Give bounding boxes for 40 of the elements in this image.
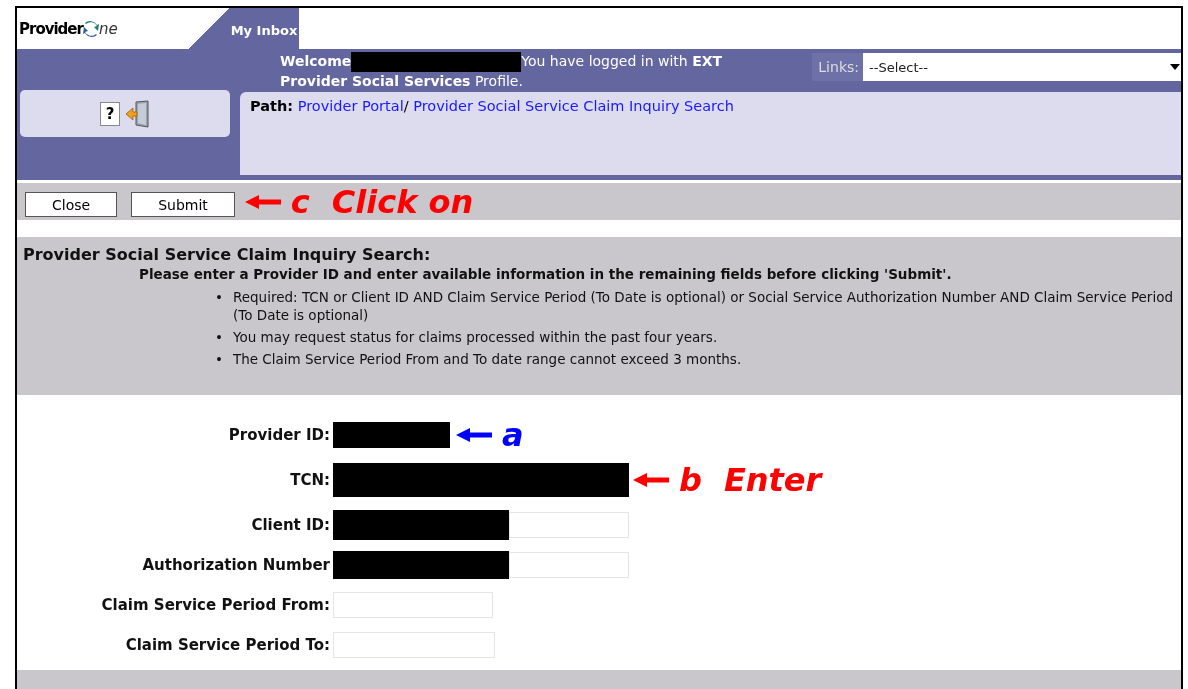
field-label: Authorization Number	[141, 556, 331, 574]
login-message: Provider Social Services Profile.	[280, 73, 523, 89]
requirement-item: Required: TCN or Client ID AND Claim Service Period (To Date is optional) or Social Service Authorization Number AND Claim Service Period (To Date is optional)	[232, 288, 1174, 324]
requirement-item: The Claim Service Period From and To date range cannot exceed 3 months.	[232, 350, 742, 368]
inbox-tab[interactable]: My Inbox	[229, 8, 299, 49]
section-title: Provider Social Service Claim Inquiry Search:	[23, 245, 432, 264]
swirl-icon	[82, 19, 99, 38]
instruction-text: Please enter a Provider ID and enter available information in the remaining fields before clicking 'Submit'.	[139, 266, 953, 282]
action-button[interactable]: Close	[25, 192, 118, 217]
bullet: •	[215, 288, 223, 307]
breadcrumb-link[interactable]: Provider Social Service Claim Inquiry Search	[413, 98, 734, 114]
action-button[interactable]: Submit	[131, 192, 235, 217]
input-field[interactable]	[509, 552, 629, 578]
links-dropdown[interactable]: --Select--	[863, 53, 1181, 81]
logo-text: Provider	[19, 19, 83, 38]
field-label: Client ID:	[250, 516, 331, 534]
annotation-letter: c	[290, 185, 310, 218]
help-icon[interactable]: ?	[100, 101, 120, 126]
input-field[interactable]	[333, 632, 495, 658]
breadcrumb-link[interactable]: Provider Portal	[297, 98, 404, 114]
annotation-text: Click on	[331, 185, 474, 218]
annotation-letter: b	[679, 464, 702, 496]
login-message: You have logged in with EXT	[521, 53, 723, 69]
breadcrumb-separator: /	[403, 98, 409, 114]
input-field[interactable]	[333, 592, 493, 618]
path-label: Path:	[250, 98, 294, 114]
links-label: Links:	[818, 59, 859, 75]
annotation-text: Enter	[723, 464, 822, 496]
welcome-text: Welcome	[280, 53, 352, 69]
logo-text: ne	[98, 19, 118, 38]
field-label: Claim Service Period To:	[124, 636, 331, 654]
field-label: TCN:	[289, 471, 331, 489]
annotation-letter: a	[502, 419, 524, 451]
bullet: •	[215, 350, 223, 368]
field-label: Provider ID:	[227, 426, 331, 444]
requirement-item: You may request status for claims processed within the past four years.	[232, 328, 718, 346]
bullet: •	[215, 328, 223, 346]
exit-door-icon[interactable]	[126, 99, 150, 128]
field-label: Claim Service Period From:	[100, 596, 331, 614]
input-field[interactable]	[509, 512, 629, 538]
